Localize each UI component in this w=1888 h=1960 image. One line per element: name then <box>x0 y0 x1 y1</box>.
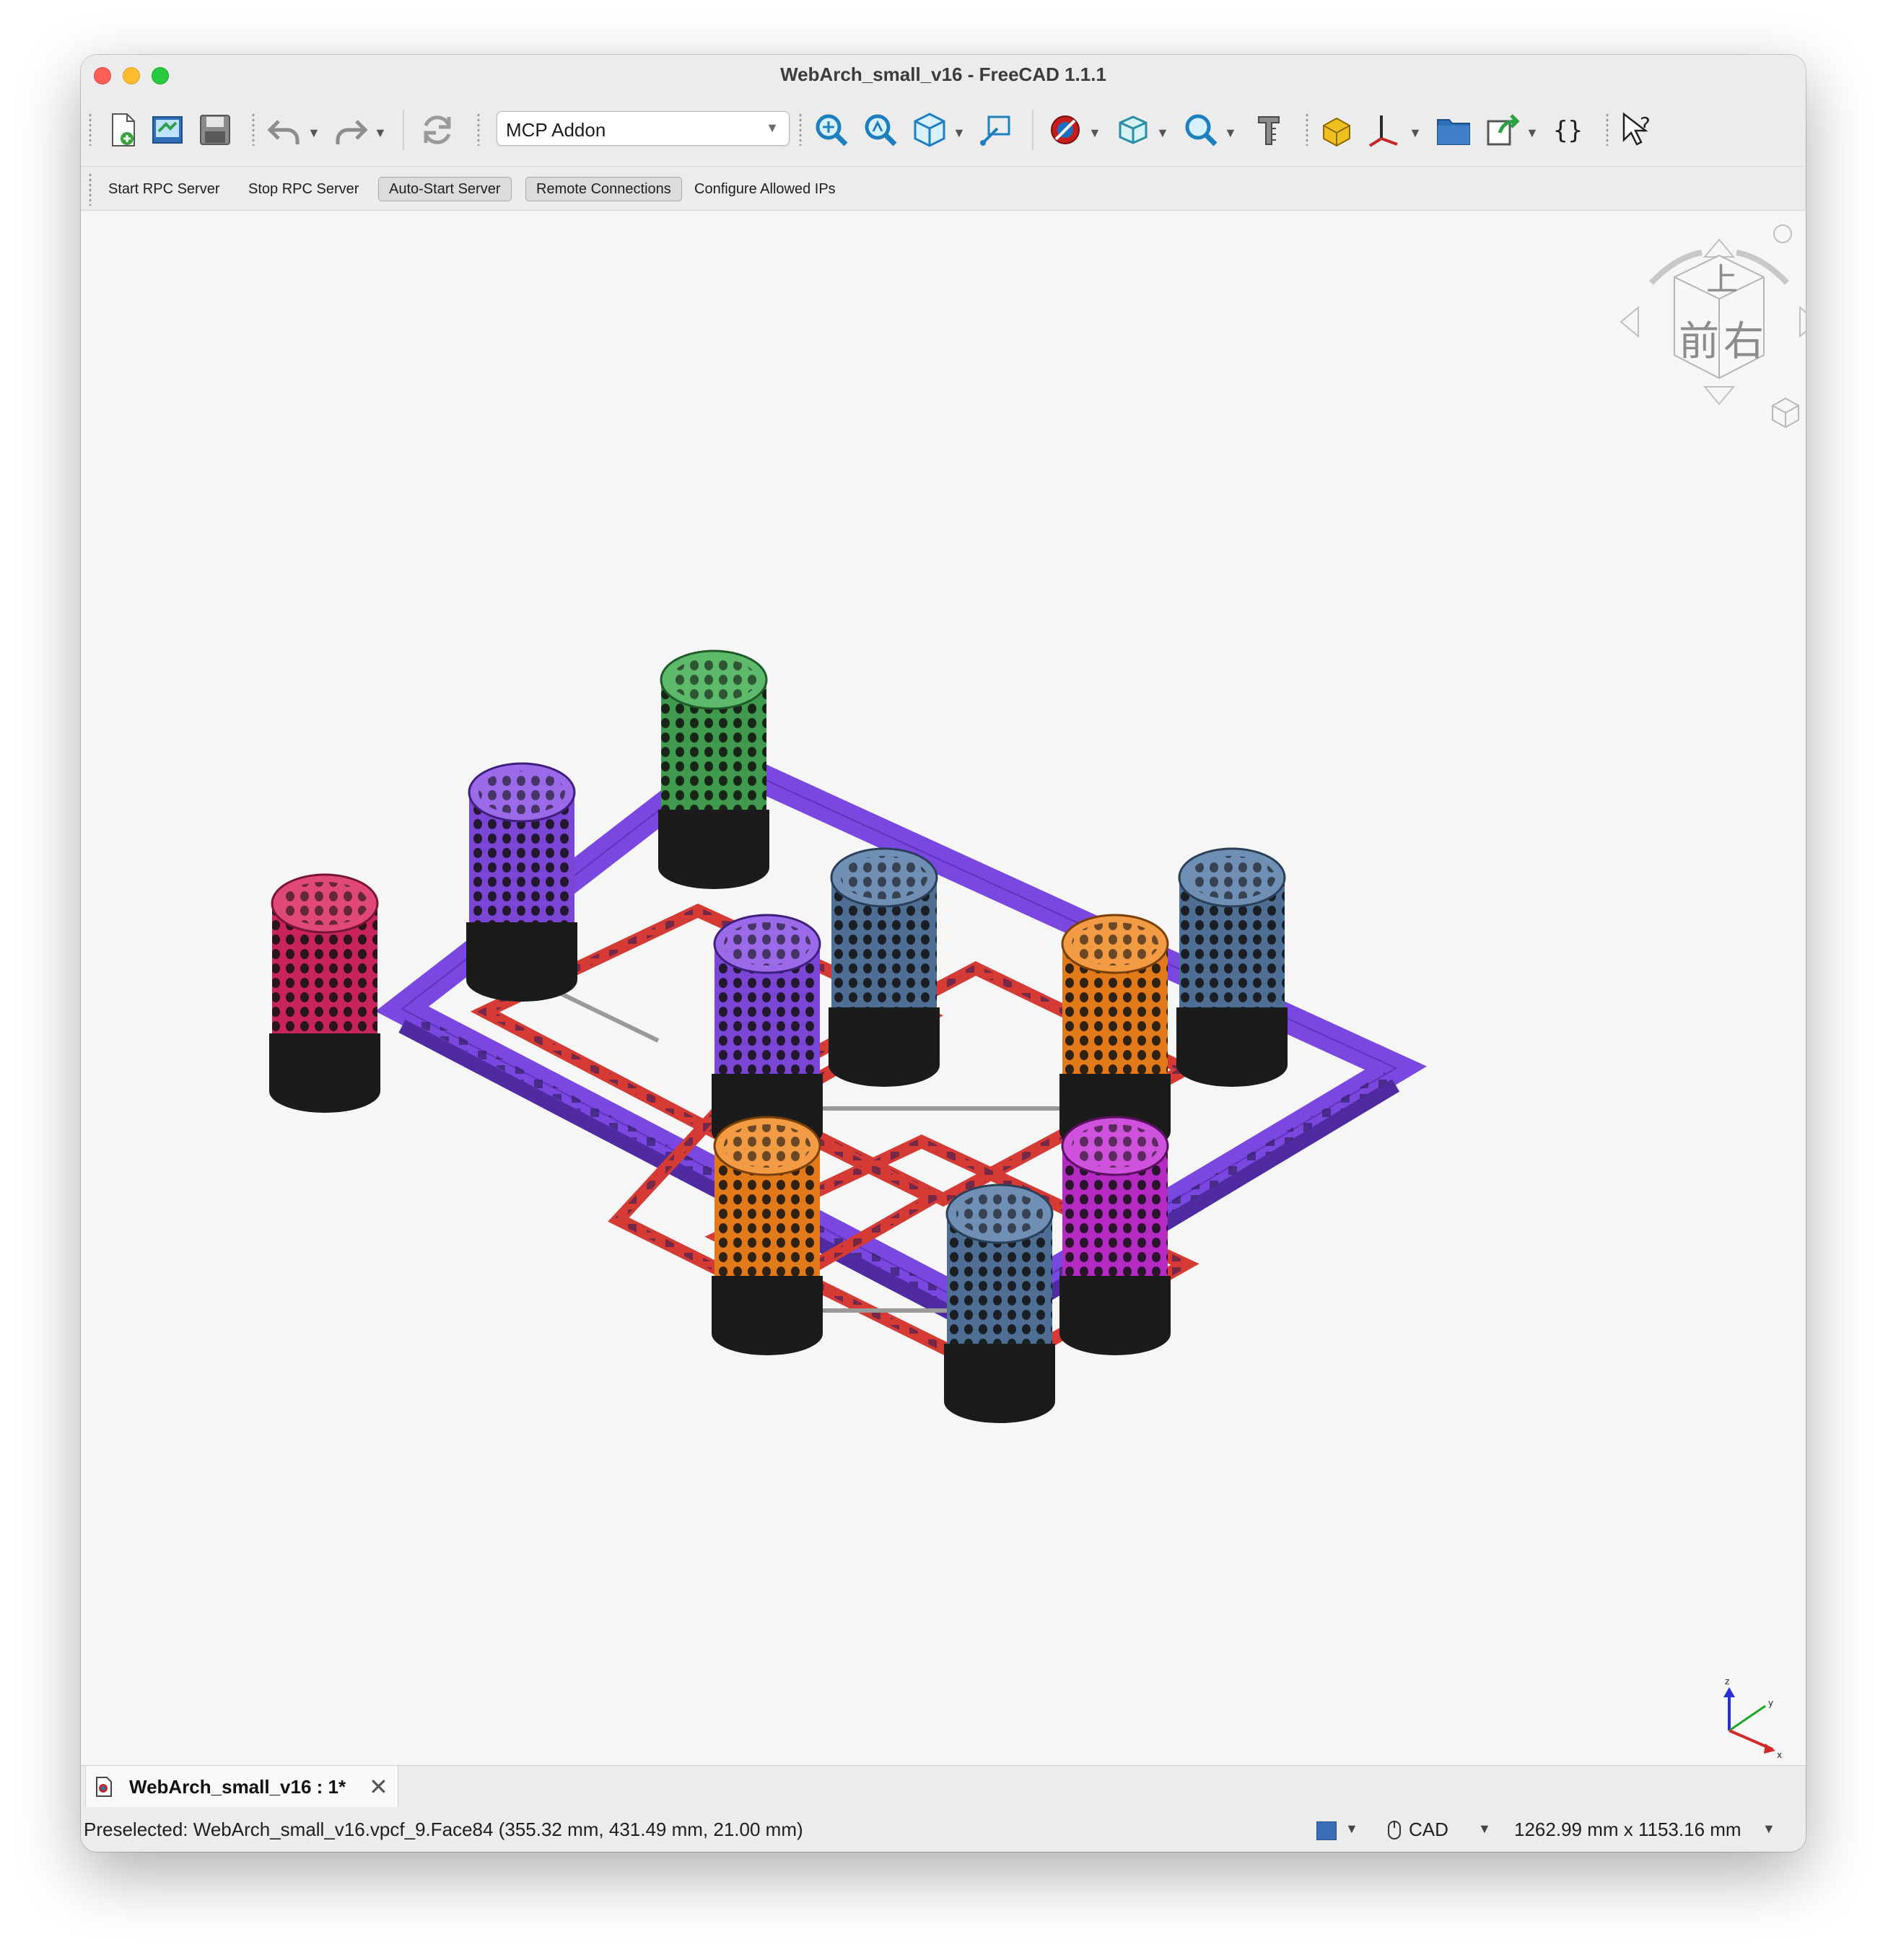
toolbar-grip[interactable] <box>88 113 92 146</box>
start-rpc-server-button[interactable]: Start RPC Server <box>98 177 230 201</box>
toolbar-grip[interactable] <box>88 172 92 206</box>
workbench-selected-label: MCP Addon <box>506 119 606 141</box>
pot-purple-left[interactable] <box>466 762 577 1002</box>
pot-slate-right[interactable] <box>1176 847 1288 1087</box>
draw-style-icon[interactable] <box>1045 110 1085 150</box>
stop-rpc-server-button[interactable]: Stop RPC Server <box>238 177 369 201</box>
save-icon[interactable] <box>195 110 235 150</box>
svg-text:{}: {} <box>1553 116 1583 145</box>
mcp-toolbar: Start RPC Server Stop RPC Server Auto-St… <box>81 167 1806 211</box>
navigation-style-label[interactable]: CAD <box>1409 1819 1448 1841</box>
close-tab-icon[interactable]: ✕ <box>369 1773 388 1801</box>
nav-arrow-down-icon[interactable] <box>1703 386 1736 406</box>
draw-style-status-icon[interactable] <box>1316 1821 1337 1840</box>
toolbar-grip[interactable] <box>1605 113 1609 146</box>
pot-crimson[interactable] <box>269 873 380 1113</box>
fit-all-icon[interactable] <box>811 110 852 150</box>
zoom-icon[interactable] <box>1181 110 1221 150</box>
view-dimensions-label[interactable]: 1262.99 mm x 1153.16 mm <box>1514 1819 1741 1841</box>
refresh-icon[interactable] <box>417 110 458 150</box>
redo-dropdown-arrow[interactable]: ▼ <box>374 126 387 141</box>
nav-arrow-up-icon[interactable] <box>1703 238 1736 258</box>
mouse-icon <box>1388 1821 1401 1839</box>
status-message: Preselected: WebArch_small_v16.vpcf_9.Fa… <box>84 1819 803 1840</box>
main-toolbar: ▼ ▼ MCP Addon ▼ ▼ ▼ ▼ ▼ ▼ ▼ {} ? <box>81 94 1806 167</box>
views-dropdown-arrow[interactable]: ▼ <box>953 126 966 141</box>
dimensions-dropdown[interactable]: ▼ <box>1762 1821 1775 1837</box>
macro-icon[interactable]: {} <box>1550 110 1591 150</box>
document-icon <box>96 1777 112 1797</box>
stereo-icon[interactable] <box>1113 110 1153 150</box>
axis-y-label: y <box>1768 1698 1773 1708</box>
std-axis-icon[interactable] <box>1365 110 1406 150</box>
chevron-down-icon: ▼ <box>766 121 779 135</box>
pot-magenta[interactable] <box>1059 1116 1171 1355</box>
standard-views-icon[interactable] <box>909 110 950 150</box>
title-bar: WebArch_small_v16 - FreeCAD 1.1.1 <box>81 55 1806 95</box>
window-title: WebArch_small_v16 - FreeCAD 1.1.1 <box>780 64 1106 85</box>
axis-dropdown-arrow[interactable]: ▼ <box>1409 126 1422 141</box>
pot-slate-top[interactable] <box>829 847 940 1087</box>
axis-cross: z y x <box>1723 1676 1782 1760</box>
stereo-dropdown-arrow[interactable]: ▼ <box>1156 126 1169 141</box>
auto-start-server-toggle[interactable]: Auto-Start Server <box>378 177 512 201</box>
draw-style-dropdown-arrow[interactable]: ▼ <box>1088 126 1101 141</box>
draw-style-status-dropdown[interactable]: ▼ <box>1345 1821 1358 1837</box>
undo-dropdown-arrow[interactable]: ▼ <box>307 126 320 141</box>
link-dropdown-arrow[interactable]: ▼ <box>1526 126 1539 141</box>
freecad-window: WebArch_small_v16 - FreeCAD 1.1.1 ▼ ▼ MC… <box>81 55 1806 1852</box>
navcube-right-face[interactable]: 右 <box>1723 318 1764 365</box>
3d-scene[interactable]: 上 前 右 z y x <box>81 211 1806 1765</box>
toolbar-grip[interactable] <box>798 113 803 146</box>
navcube-front-face[interactable]: 前 <box>1679 318 1719 365</box>
link-icon[interactable] <box>1482 110 1523 150</box>
undo-icon[interactable] <box>264 110 305 150</box>
pot-green[interactable] <box>658 649 769 889</box>
toolbar-grip[interactable] <box>476 113 481 146</box>
navcube-top-face[interactable]: 上 <box>1706 261 1738 298</box>
remote-connections-toggle[interactable]: Remote Connections <box>525 177 682 201</box>
workbench-selector[interactable]: MCP Addon ▼ <box>497 111 790 146</box>
pot-slate-bottom[interactable] <box>944 1184 1055 1423</box>
bounding-box-icon[interactable] <box>976 110 1016 150</box>
3d-viewport[interactable]: 上 前 右 z y x <box>81 211 1806 1765</box>
nav-arrow-left-icon[interactable] <box>1620 305 1639 338</box>
pot-orange-left[interactable] <box>712 1116 823 1355</box>
axis-z-label: z <box>1725 1676 1729 1686</box>
toolbar-grip[interactable] <box>251 113 255 146</box>
toolbar-grip[interactable] <box>1305 113 1309 146</box>
navigation-style-dropdown[interactable]: ▼ <box>1478 1821 1491 1837</box>
measure-icon[interactable] <box>1249 110 1289 150</box>
redo-icon[interactable] <box>331 110 371 150</box>
nav-arrow-right-icon[interactable] <box>1799 305 1806 338</box>
status-bar: Preselected: WebArch_small_v16.vpcf_9.Fa… <box>81 1807 1806 1852</box>
group-folder-icon[interactable] <box>1433 110 1474 150</box>
part-icon[interactable] <box>1316 110 1357 150</box>
fit-selection-icon[interactable] <box>860 110 901 150</box>
document-tab-label: WebArch_small_v16 : 1* <box>129 1776 346 1798</box>
document-tab[interactable]: WebArch_small_v16 : 1* ✕ <box>85 1766 398 1808</box>
svg-text:?: ? <box>1640 113 1651 136</box>
document-tab-bar: WebArch_small_v16 : 1* ✕ <box>81 1765 1806 1808</box>
view-menu-cube-icon[interactable] <box>1772 397 1799 429</box>
new-document-icon[interactable] <box>102 110 143 150</box>
axis-x-label: x <box>1777 1750 1782 1760</box>
zoom-dropdown-arrow[interactable]: ▼ <box>1224 126 1237 141</box>
nav-menu-icon[interactable] <box>1773 224 1792 243</box>
configure-allowed-ips-button[interactable]: Configure Allowed IPs <box>684 177 846 201</box>
whats-this-icon[interactable]: ? <box>1618 110 1658 150</box>
open-document-icon[interactable] <box>147 110 188 150</box>
navigation-cube[interactable]: 上 前 右 <box>1620 224 1806 429</box>
